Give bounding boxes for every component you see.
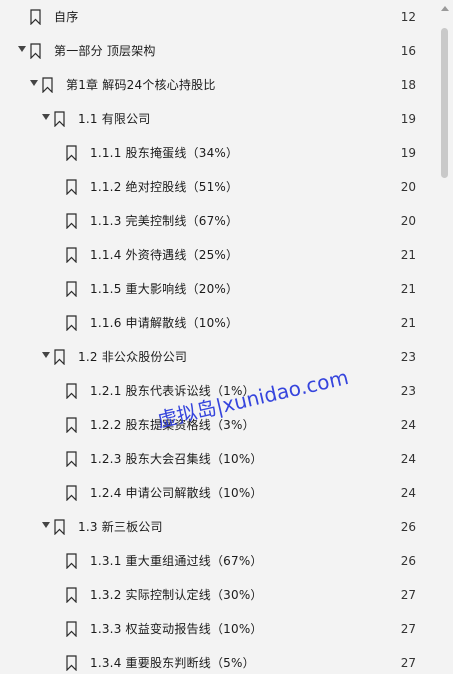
- chevron-down-icon[interactable]: [42, 352, 50, 358]
- bookmark-icon: [66, 213, 77, 229]
- toc-item-page-number: 27: [400, 588, 416, 602]
- toc-item[interactable]: 1.1.3 完美控制线（67%） 20: [0, 204, 436, 238]
- toc-item-page-number: 20: [400, 180, 416, 194]
- toc-item-page-number: 23: [400, 384, 416, 398]
- toc-item[interactable]: 1.1 有限公司 19: [0, 102, 436, 136]
- toc-item-title: 1.3.4 重要股东判断线（5%）: [90, 656, 255, 670]
- toc-item[interactable]: 第1章 解码24个核心持股比 18: [0, 68, 436, 102]
- toc-item[interactable]: 1.2.3 股东大会召集线（10%） 24: [0, 442, 436, 476]
- bookmark-icon: [66, 247, 77, 263]
- toc-item-page-number: 20: [400, 214, 416, 228]
- bookmark-icon: [66, 179, 77, 195]
- toc-item[interactable]: 1.1.5 重大影响线（20%） 21: [0, 272, 436, 306]
- bookmark-icon: [42, 77, 53, 93]
- toc-item[interactable]: 1.2 非公众股份公司 23: [0, 340, 436, 374]
- toc-item[interactable]: 1.1.6 申请解散线（10%） 21: [0, 306, 436, 340]
- scroll-up-arrow-icon[interactable]: [441, 6, 449, 11]
- toc-item-title: 1.3.1 重大重组通过线（67%）: [90, 554, 263, 568]
- scrollbar-thumb[interactable]: [441, 28, 448, 178]
- toc-item-title: 1.1.4 外资待遇线（25%）: [90, 248, 239, 262]
- bookmark-icon: [66, 451, 77, 467]
- chevron-down-icon[interactable]: [42, 522, 50, 528]
- toc-item-page-number: 26: [400, 520, 416, 534]
- toc-item[interactable]: 1.2.4 申请公司解散线（10%） 24: [0, 476, 436, 510]
- bookmark-icon: [54, 519, 65, 535]
- toc-item-title: 1.2.1 股东代表诉讼线（1%）: [90, 384, 255, 398]
- toc-item-page-number: 24: [400, 486, 416, 500]
- toc-item-page-number: 26: [400, 554, 416, 568]
- toc-item-title: 1.2 非公众股份公司: [78, 350, 188, 364]
- chevron-down-icon[interactable]: [30, 80, 38, 86]
- toc-item-page-number: 21: [400, 316, 416, 330]
- toc-item[interactable]: 1.1.1 股东掩蛋线（34%） 19: [0, 136, 436, 170]
- toc-item-title: 第1章 解码24个核心持股比: [66, 78, 216, 92]
- toc-item-page-number: 19: [400, 146, 416, 160]
- toc-item-page-number: 19: [400, 112, 416, 126]
- toc-item-page-number: 12: [400, 10, 416, 24]
- bookmark-icon: [66, 485, 77, 501]
- toc-item[interactable]: 1.2.2 股东提案资格线（3%） 24: [0, 408, 436, 442]
- bookmark-icon: [66, 417, 77, 433]
- toc-item[interactable]: 1.1.4 外资待遇线（25%） 21: [0, 238, 436, 272]
- toc-item[interactable]: 1.3.3 权益变动报告线（10%） 27: [0, 612, 436, 646]
- toc-item-title: 1.1.2 绝对控股线（51%）: [90, 180, 239, 194]
- toc-tree: 自序 12 第一部分 顶层架构 16 第1章 解码24个核心持股比 18 1.1 有限公司 1…: [0, 0, 436, 674]
- toc-item-title: 1.1 有限公司: [78, 112, 151, 126]
- toc-item-page-number: 18: [400, 78, 416, 92]
- bookmark-icon: [30, 43, 41, 59]
- bookmark-icon: [66, 621, 77, 637]
- toc-item[interactable]: 自序 12: [0, 0, 436, 34]
- bookmark-icon: [66, 281, 77, 297]
- bookmark-icon: [54, 349, 65, 365]
- chevron-down-icon[interactable]: [18, 46, 26, 52]
- toc-item-page-number: 21: [400, 282, 416, 296]
- toc-item-title: 1.1.3 完美控制线（67%）: [90, 214, 239, 228]
- bookmark-icon: [66, 587, 77, 603]
- toc-item-page-number: 24: [400, 418, 416, 432]
- bookmark-icon: [66, 383, 77, 399]
- toc-item-title: 1.3 新三板公司: [78, 520, 163, 534]
- bookmark-icon: [66, 655, 77, 671]
- toc-item-page-number: 16: [400, 44, 416, 58]
- toc-item[interactable]: 第一部分 顶层架构 16: [0, 34, 436, 68]
- toc-item-title: 自序: [54, 10, 79, 24]
- scrollbar[interactable]: [436, 0, 453, 674]
- bookmark-icon: [66, 553, 77, 569]
- toc-item-page-number: 27: [400, 656, 416, 670]
- toc-item-title: 1.3.3 权益变动报告线（10%）: [90, 622, 263, 636]
- toc-item-title: 1.1.5 重大影响线（20%）: [90, 282, 239, 296]
- bookmark-icon: [66, 145, 77, 161]
- toc-item-page-number: 23: [400, 350, 416, 364]
- bookmark-icon: [30, 9, 41, 25]
- toc-item[interactable]: 1.3.4 重要股东判断线（5%） 27: [0, 646, 436, 674]
- toc-item[interactable]: 1.1.2 绝对控股线（51%） 20: [0, 170, 436, 204]
- toc-item-title: 第一部分 顶层架构: [54, 44, 156, 58]
- toc-item-page-number: 24: [400, 452, 416, 466]
- toc-item[interactable]: 1.3.2 实际控制认定线（30%） 27: [0, 578, 436, 612]
- bookmark-icon: [54, 111, 65, 127]
- toc-item-page-number: 21: [400, 248, 416, 262]
- toc-item-title: 1.3.2 实际控制认定线（30%）: [90, 588, 263, 602]
- toc-item[interactable]: 1.2.1 股东代表诉讼线（1%） 23: [0, 374, 436, 408]
- toc-item[interactable]: 1.3.1 重大重组通过线（67%） 26: [0, 544, 436, 578]
- toc-item-title: 1.2.2 股东提案资格线（3%）: [90, 418, 255, 432]
- chevron-down-icon[interactable]: [42, 114, 50, 120]
- toc-item[interactable]: 1.3 新三板公司 26: [0, 510, 436, 544]
- toc-item-title: 1.1.6 申请解散线（10%）: [90, 316, 239, 330]
- bookmark-icon: [66, 315, 77, 331]
- toc-item-title: 1.2.3 股东大会召集线（10%）: [90, 452, 263, 466]
- toc-item-title: 1.1.1 股东掩蛋线（34%）: [90, 146, 239, 160]
- toc-item-title: 1.2.4 申请公司解散线（10%）: [90, 486, 263, 500]
- toc-item-page-number: 27: [400, 622, 416, 636]
